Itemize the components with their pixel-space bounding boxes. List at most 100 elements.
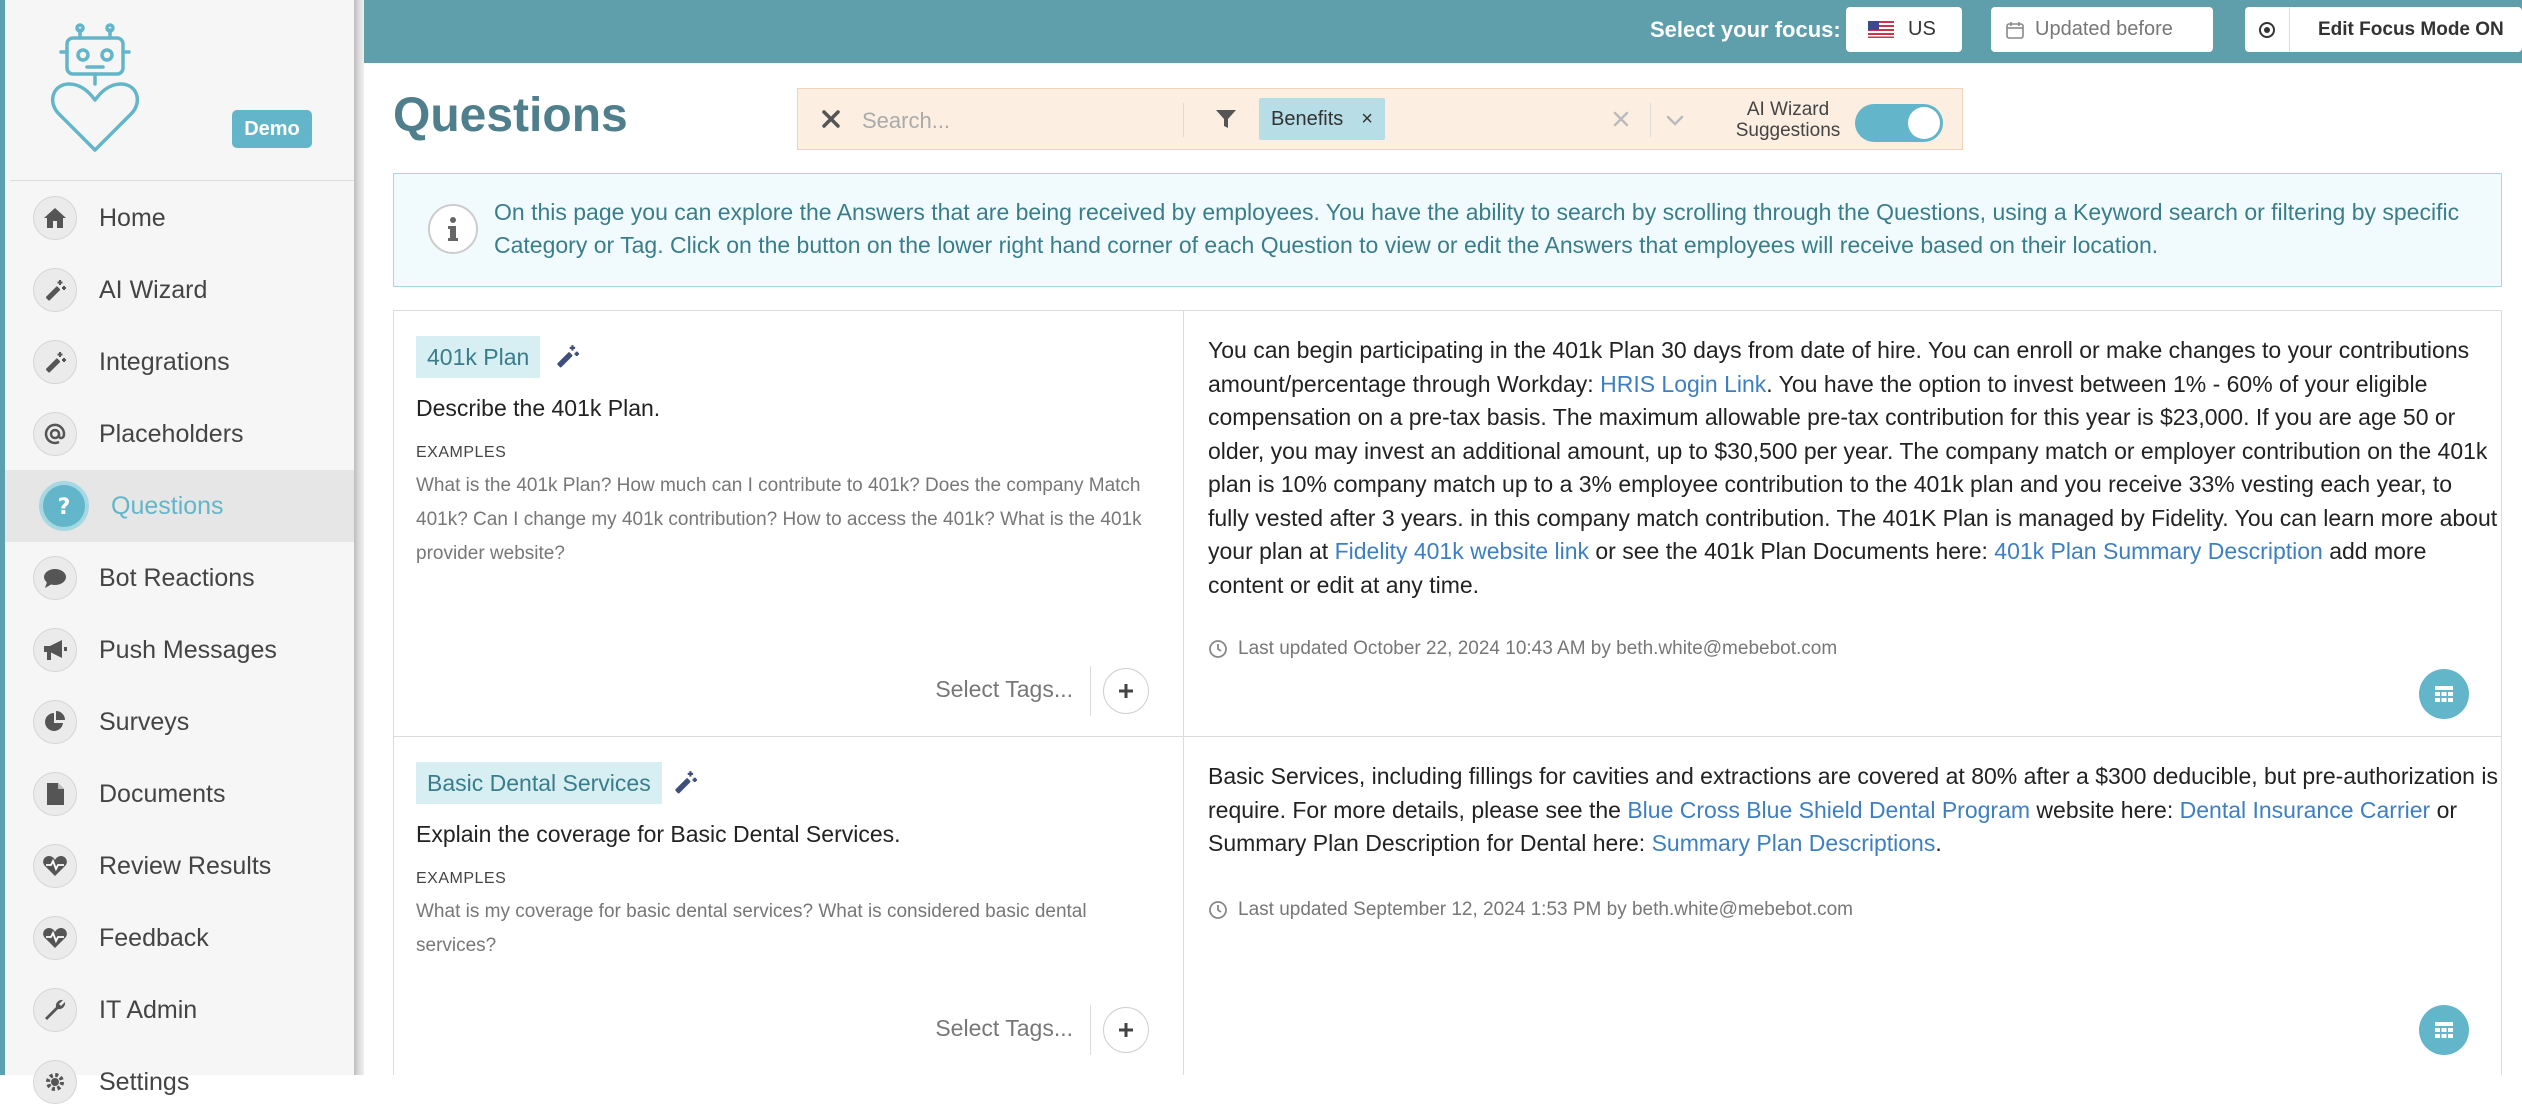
plus-icon: [1119, 1023, 1133, 1037]
heartbeat-icon: [33, 844, 77, 888]
wrench-icon: [33, 988, 77, 1032]
table-icon: [2435, 1022, 2453, 1038]
question-mark-icon: ?: [39, 481, 89, 531]
tags-divider: [1090, 666, 1091, 716]
clock-icon: [1209, 901, 1227, 919]
sidebar-item-label: Bot Reactions: [99, 563, 255, 592]
last-updated: Last updated September 12, 2024 1:53 PM …: [1208, 899, 1853, 921]
svg-text:?: ?: [58, 495, 71, 519]
sidebar-item-documents[interactable]: Documents: [5, 758, 354, 830]
calendar-icon: [2006, 21, 2024, 39]
sidebar-divider: [10, 180, 354, 181]
question-title: Describe the 401k Plan.: [416, 395, 661, 421]
sidebar-item-label: Feedback: [99, 923, 209, 952]
sidebar-item-ai-wizard[interactable]: AI Wizard: [5, 254, 354, 326]
heartbeat-icon: [33, 916, 77, 960]
country-focus-button[interactable]: US: [1846, 7, 1962, 52]
close-icon[interactable]: [820, 107, 842, 131]
megaphone-icon: [33, 628, 77, 672]
examples-label: EXAMPLES: [416, 444, 507, 461]
demo-badge: Demo: [232, 110, 312, 148]
filter-chip-label: Benefits: [1271, 107, 1344, 130]
sidebar-item-label: Placeholders: [99, 419, 244, 448]
home-icon: [33, 196, 77, 240]
magic-wand-icon: [33, 340, 77, 384]
sidebar-item-settings[interactable]: Settings: [5, 1046, 354, 1118]
add-tag-button[interactable]: [1103, 668, 1149, 714]
sidebar-item-surveys[interactable]: Surveys: [5, 686, 354, 758]
plus-icon: [1119, 684, 1133, 698]
updated-before-picker[interactable]: Updated before: [1991, 7, 2213, 52]
pie-chart-icon: [33, 700, 77, 744]
answer-panel: Basic Services, including fillings for c…: [1184, 737, 2501, 1075]
gear-icon: [33, 1060, 77, 1104]
magic-wand-icon[interactable]: [554, 343, 580, 369]
edit-answers-button[interactable]: [2419, 669, 2469, 719]
question-card: Basic Dental Services Explain the covera…: [393, 736, 2502, 1075]
select-tags-input[interactable]: Select Tags...: [935, 1015, 1073, 1042]
updated-before-placeholder: Updated before: [2035, 18, 2173, 40]
remove-chip-icon[interactable]: ×: [1361, 108, 1373, 131]
sidebar-item-label: IT Admin: [99, 995, 198, 1024]
sidebar-item-label: Review Results: [99, 851, 272, 880]
search-bar: Benefits × AI Wizard Suggestions: [797, 88, 1963, 150]
add-tag-button[interactable]: [1103, 1007, 1149, 1053]
sidebar-item-it-admin[interactable]: IT Admin: [5, 974, 354, 1046]
sidebar-item-feedback[interactable]: Feedback: [5, 902, 354, 974]
info-banner: On this page you can explore the Answers…: [393, 173, 2502, 287]
chevron-down-icon[interactable]: [1664, 109, 1686, 131]
sidebar-item-review-results[interactable]: Review Results: [5, 830, 354, 902]
at-sign-icon: [33, 412, 77, 456]
summary-plan-link[interactable]: Summary Plan Descriptions: [1652, 830, 1936, 856]
answer-text: You can begin participating in the 401k …: [1208, 337, 2498, 598]
question-title: Explain the coverage for Basic Dental Se…: [416, 821, 901, 847]
category-tag[interactable]: 401k Plan: [416, 336, 541, 378]
dental-carrier-link[interactable]: Dental Insurance Carrier: [2180, 797, 2431, 823]
sidebar-item-bot-reactions[interactable]: Bot Reactions: [5, 542, 354, 614]
sidebar-item-label: AI Wizard: [99, 275, 208, 304]
fidelity-website-link[interactable]: Fidelity 401k website link: [1335, 538, 1589, 564]
bcbs-dental-link[interactable]: Blue Cross Blue Shield Dental Program: [1627, 797, 2030, 823]
sidebar-item-label: Settings: [99, 1067, 190, 1096]
sidebar-item-label: Push Messages: [99, 635, 277, 664]
clear-filter-icon[interactable]: [1610, 107, 1632, 131]
sidebar-item-label: Integrations: [99, 347, 230, 376]
edit-focus-mode-button[interactable]: Edit Focus Mode ON: [2245, 7, 2522, 52]
search-divider: [1183, 103, 1184, 137]
sidebar-item-push-messages[interactable]: Push Messages: [5, 614, 354, 686]
question-panel: 401k Plan Describe the 401k Plan. EXAMPL…: [394, 311, 1184, 736]
search-input[interactable]: [860, 103, 1164, 139]
plan-summary-link[interactable]: 401k Plan Summary Description: [1994, 538, 2323, 564]
ai-wizard-toggle[interactable]: [1855, 104, 1943, 142]
edit-answers-button[interactable]: [2419, 1005, 2469, 1055]
edit-focus-mode-label: Edit Focus Mode ON: [2318, 18, 2504, 40]
filter-icon[interactable]: [1214, 107, 1238, 131]
hris-login-link[interactable]: HRIS Login Link: [1600, 371, 1766, 397]
last-updated: Last updated October 22, 2024 10:43 AM b…: [1208, 638, 1837, 660]
answer-text: Basic Services, including fillings for c…: [1208, 763, 2498, 856]
mebebot-logo-icon[interactable]: [45, 22, 145, 152]
ai-wizard-suggestions-label: AI Wizard Suggestions: [1735, 99, 1841, 141]
sidebar-item-home[interactable]: Home: [5, 182, 354, 254]
info-text: On this page you can explore the Answers…: [494, 199, 2460, 258]
sidebar-item-questions[interactable]: ? Questions: [5, 470, 354, 542]
sidebar-item-label: Questions: [111, 491, 224, 520]
sidebar-item-integrations[interactable]: Integrations: [5, 326, 354, 398]
info-icon: [428, 204, 478, 254]
magic-wand-icon[interactable]: [672, 769, 698, 795]
chat-bubble-icon: [33, 556, 77, 600]
country-label: US: [1908, 18, 1936, 40]
sidebar-item-label: Surveys: [99, 707, 190, 736]
top-bar: Select your focus: US Updated before Edi…: [364, 0, 2522, 63]
select-tags-input[interactable]: Select Tags...: [935, 676, 1073, 703]
sidebar-nav: Home AI Wizard Integrations Placeholders…: [5, 182, 354, 1118]
page-title: Questions: [393, 89, 628, 142]
focus-label: Select your focus:: [1650, 17, 1841, 42]
sidebar-item-placeholders[interactable]: Placeholders: [5, 398, 354, 470]
filter-chip: Benefits ×: [1259, 98, 1385, 140]
tags-divider: [1090, 1005, 1091, 1055]
category-tag[interactable]: Basic Dental Services: [416, 762, 662, 804]
clock-icon: [1209, 640, 1227, 658]
search-divider: [1650, 103, 1651, 137]
sidebar: Demo Home AI Wizard Integrations Placeho…: [0, 0, 354, 1104]
